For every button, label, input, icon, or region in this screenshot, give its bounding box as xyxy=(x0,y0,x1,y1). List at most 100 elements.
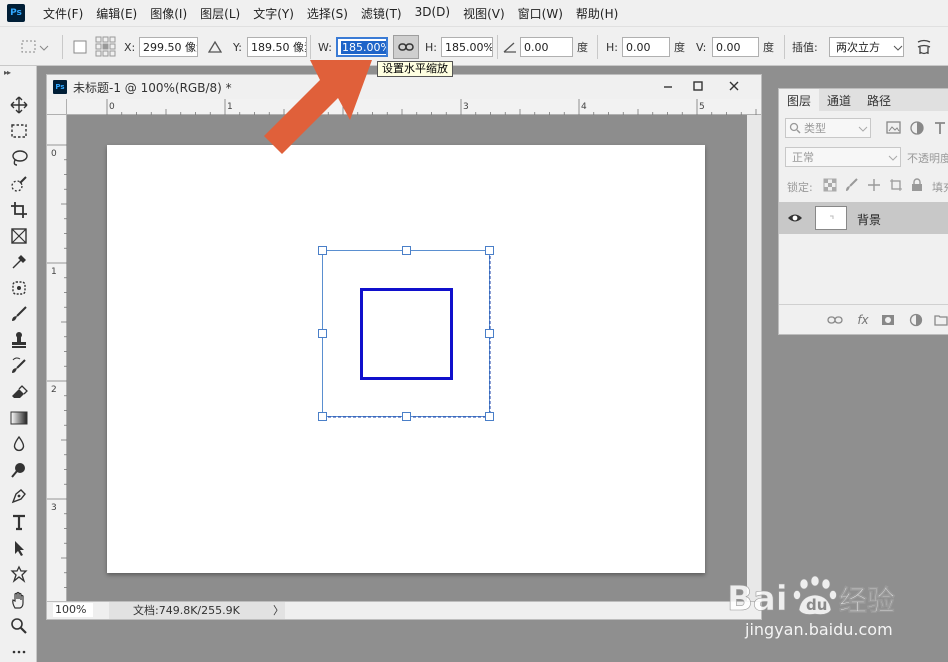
zoom-level-field[interactable]: 100% xyxy=(53,603,93,617)
transform-handle-left[interactable] xyxy=(318,329,327,338)
y-label: Y: xyxy=(233,40,242,54)
eraser-tool-icon[interactable] xyxy=(8,381,30,403)
transform-handle-bottom[interactable] xyxy=(402,412,411,421)
menu-item[interactable]: 文字(Y) xyxy=(253,5,294,22)
filter-pixel-icon[interactable] xyxy=(885,120,903,136)
brush-tool-icon[interactable] xyxy=(8,303,30,325)
menu-item[interactable]: 编辑(E) xyxy=(96,5,137,22)
custom-shape-tool-icon[interactable] xyxy=(8,563,30,585)
watermark-url: jingyan.baidu.com xyxy=(745,620,893,639)
clone-stamp-tool-icon[interactable] xyxy=(8,329,30,351)
layer-row-background[interactable]: 背景 xyxy=(779,202,948,234)
horizontal-ruler[interactable]: 012345 xyxy=(67,99,761,115)
transform-handle-top-right[interactable] xyxy=(485,246,494,255)
zoom-tool-icon[interactable] xyxy=(8,615,30,637)
transform-bounding-box[interactable] xyxy=(322,250,490,417)
vertical-scrollbar[interactable] xyxy=(747,115,761,601)
layers-panel: 图层 通道 路径 类型 正常 不透明度 锁定: 填充 背景 fx xyxy=(778,88,948,335)
frame-tool-icon[interactable] xyxy=(8,225,30,247)
document-tab[interactable]: Ps 未标题-1 @ 100%(RGB/8) * xyxy=(47,75,761,99)
ruler-corner[interactable] xyxy=(47,99,67,115)
menu-item[interactable]: 选择(S) xyxy=(307,5,348,22)
lock-position-icon[interactable] xyxy=(867,178,881,192)
height-scale-field[interactable]: 185.00% xyxy=(441,37,493,57)
canvas[interactable] xyxy=(107,145,705,573)
selection-marquee xyxy=(322,251,491,418)
new-group-folder-icon[interactable] xyxy=(933,312,948,328)
menu-item[interactable]: 滤镜(T) xyxy=(361,5,402,22)
lock-artboard-icon[interactable] xyxy=(889,178,903,192)
menu-item[interactable]: 帮助(H) xyxy=(576,5,618,22)
transform-handle-top-left[interactable] xyxy=(318,246,327,255)
maintain-aspect-ratio-button[interactable] xyxy=(393,35,419,59)
ruler-v-label: 0 xyxy=(51,149,57,159)
filter-type-icon[interactable] xyxy=(933,120,947,136)
width-scale-field[interactable]: 185.00% xyxy=(336,37,388,57)
lock-image-pixels-icon[interactable] xyxy=(845,178,859,192)
crop-tool-icon[interactable] xyxy=(8,199,30,221)
layer-style-fx-icon[interactable]: fx xyxy=(855,312,871,328)
reference-point-checkbox[interactable] xyxy=(73,27,87,67)
menu-item[interactable]: 3D(D) xyxy=(415,5,450,22)
type-tool-icon[interactable] xyxy=(8,511,30,533)
lock-transparent-pixels-icon[interactable] xyxy=(823,178,837,192)
filter-adjustment-icon[interactable] xyxy=(908,120,926,136)
link-layers-icon[interactable] xyxy=(827,312,843,328)
menu-item[interactable]: 图层(L) xyxy=(200,5,240,22)
ruler-h-label: 3 xyxy=(463,102,469,112)
maximize-button[interactable] xyxy=(683,75,713,97)
move-tool-icon[interactable] xyxy=(8,94,30,116)
path-selection-tool-icon[interactable] xyxy=(8,537,30,559)
dodge-tool-icon[interactable] xyxy=(8,459,30,481)
adjustment-layer-icon[interactable] xyxy=(908,312,924,328)
tab-paths[interactable]: 路径 xyxy=(859,89,899,111)
rotation-field[interactable]: 0.00 xyxy=(520,37,573,57)
lock-all-icon[interactable] xyxy=(910,178,924,192)
menu-item[interactable]: 窗口(W) xyxy=(518,5,563,22)
blur-tool-icon[interactable] xyxy=(8,433,30,455)
hand-tool-icon[interactable] xyxy=(8,589,30,611)
add-mask-icon[interactable] xyxy=(880,312,896,328)
menu-item[interactable]: 图像(I) xyxy=(150,5,187,22)
layer-kind-filter[interactable]: 类型 xyxy=(785,118,871,138)
doc-info-menu-arrow[interactable]: 〉 xyxy=(273,602,284,619)
transform-handle-bottom-right[interactable] xyxy=(485,412,494,421)
tab-channels[interactable]: 通道 xyxy=(819,89,859,111)
transform-handle-top[interactable] xyxy=(402,246,411,255)
transform-handle-bottom-left[interactable] xyxy=(318,412,327,421)
blend-mode-select[interactable]: 正常 xyxy=(785,147,901,167)
history-brush-tool-icon[interactable] xyxy=(8,355,30,377)
lasso-tool-icon[interactable] xyxy=(8,147,30,169)
marquee-tool-icon[interactable] xyxy=(8,120,30,142)
move-tool-preset-icon[interactable] xyxy=(20,27,50,67)
tools-panel: ▸▸ xyxy=(0,66,37,662)
skew-v-field[interactable]: 0.00 xyxy=(712,37,759,57)
close-button[interactable] xyxy=(719,75,749,97)
photoshop-logo-icon: Ps xyxy=(7,4,25,22)
more-tools-icon[interactable] xyxy=(8,641,30,662)
warp-mode-icon[interactable] xyxy=(915,27,933,67)
visibility-eye-icon[interactable] xyxy=(787,210,803,226)
eyedropper-tool-icon[interactable] xyxy=(8,251,30,273)
menu-item[interactable]: 视图(V) xyxy=(463,5,505,22)
blue-square-shape[interactable] xyxy=(360,288,453,380)
horizontal-scrollbar[interactable] xyxy=(287,602,757,619)
pen-tool-icon[interactable] xyxy=(8,485,30,507)
menu-item[interactable]: 文件(F) xyxy=(43,5,83,22)
skew-h-field[interactable]: 0.00 xyxy=(622,37,670,57)
tab-layers[interactable]: 图层 xyxy=(779,89,820,111)
y-field[interactable]: 189.50 像素 xyxy=(247,37,307,57)
quick-selection-tool-icon[interactable] xyxy=(8,173,30,195)
x-field[interactable]: 299.50 像素 xyxy=(139,37,198,57)
relative-position-icon[interactable] xyxy=(208,27,222,67)
skew-h-unit: 度 xyxy=(674,41,685,54)
gradient-tool-icon[interactable] xyxy=(8,407,30,429)
transform-handle-right[interactable] xyxy=(485,329,494,338)
minimize-button[interactable] xyxy=(653,75,683,97)
interpolation-select[interactable]: 两次立方 xyxy=(829,37,904,57)
reference-point-grid-icon[interactable] xyxy=(95,27,117,67)
vertical-ruler[interactable]: 0 1 2 3 xyxy=(47,115,67,601)
spot-healing-tool-icon[interactable] xyxy=(8,277,30,299)
status-bar: 100% 文档:749.8K/255.9K 〉 xyxy=(47,601,761,619)
panel-collapse-icon[interactable]: ▸▸ xyxy=(4,68,11,77)
